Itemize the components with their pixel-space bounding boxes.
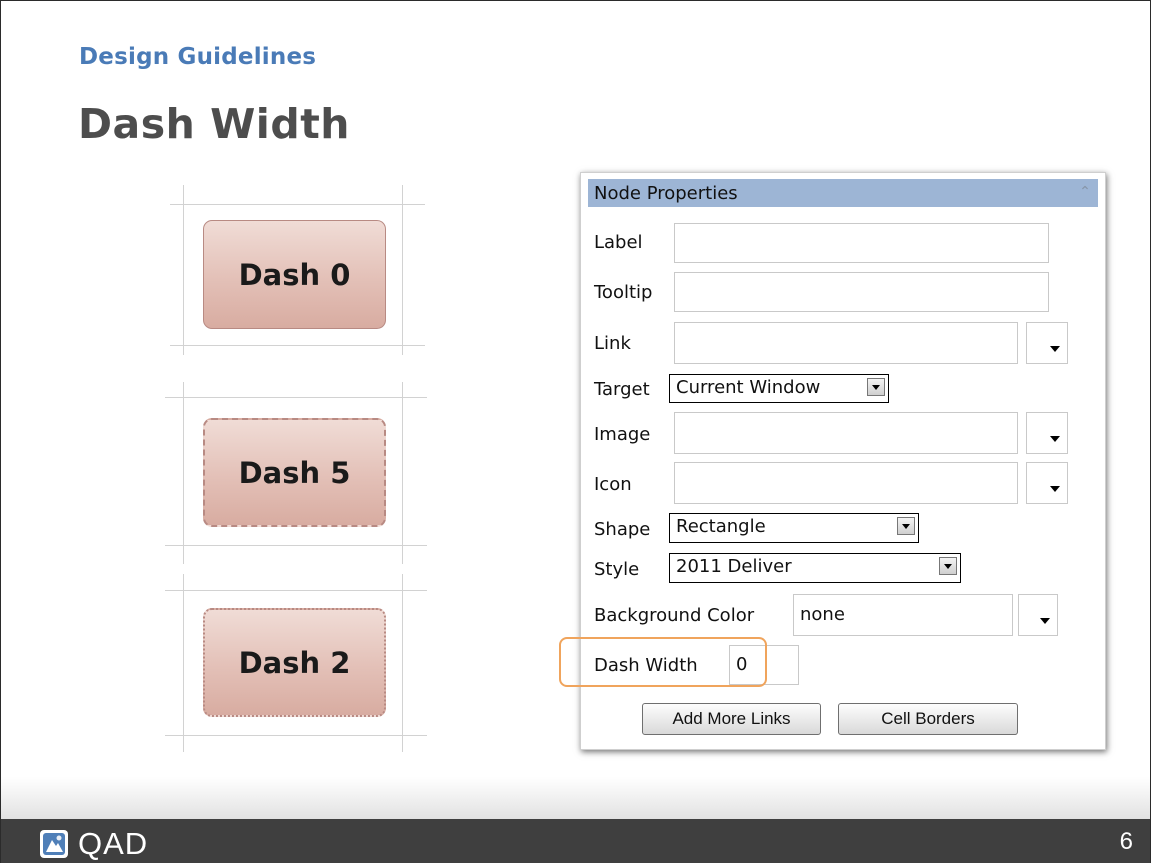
icon-input[interactable] [674,462,1018,504]
background-color-field-label: Background Color [594,605,755,626]
style-select[interactable]: 2011 Deliver [669,553,961,583]
page-number: 6 [1119,828,1133,855]
tooltip-input[interactable] [674,272,1049,312]
grid-line [183,382,184,564]
grid-line [165,545,427,546]
image-field-label: Image [594,424,651,445]
grid-line [402,185,403,355]
label-field-label: Label [594,232,643,253]
panel-header[interactable]: Node Properties ⌃ [588,179,1098,207]
dropdown-arrow-icon[interactable] [897,517,915,535]
dropdown-arrow-icon[interactable] [939,557,957,575]
grid-line [165,590,427,591]
brand-logo: QAD [40,826,148,862]
add-more-links-button[interactable]: Add More Links [642,703,821,735]
background-color-input[interactable]: none [793,594,1013,636]
shape-field-label: Shape [594,519,651,540]
footer-fade [1,777,1150,819]
grid-line [402,382,403,564]
brand-name: QAD [78,826,149,861]
grid-line [165,397,427,398]
page-title: Dash Width [78,100,350,148]
footer-bar [1,819,1150,863]
grid-line [402,574,403,752]
target-field-label: Target [594,379,650,400]
qad-logo-icon [40,830,68,858]
link-input[interactable] [674,322,1018,364]
target-select-value: Current Window [676,377,821,398]
sample-node-dash-0: Dash 0 [203,220,386,329]
cell-borders-button[interactable]: Cell Borders [838,703,1018,735]
grid-line [170,204,425,205]
link-field-label: Link [594,333,631,354]
grid-line [183,185,184,355]
dash-width-highlight [559,637,767,687]
chevron-up-icon[interactable]: ⌃ [1078,185,1092,199]
grid-line [165,735,427,736]
image-dropdown-button[interactable] [1026,412,1068,454]
icon-field-label: Icon [594,474,632,495]
image-input[interactable] [674,412,1018,454]
sample-node-dash-5: Dash 5 [203,418,386,527]
sample-node-dash-2: Dash 2 [203,608,386,717]
style-field-label: Style [594,559,640,580]
link-dropdown-button[interactable] [1026,322,1068,364]
shape-select-value: Rectangle [676,516,766,537]
tooltip-field-label: Tooltip [594,282,653,303]
grid-line [183,574,184,752]
icon-dropdown-button[interactable] [1026,462,1068,504]
shape-select[interactable]: Rectangle [669,513,919,543]
style-select-value: 2011 Deliver [676,556,792,577]
background-color-dropdown-button[interactable] [1018,594,1058,636]
label-input[interactable] [674,223,1049,263]
dropdown-arrow-icon[interactable] [867,378,885,396]
section-label: Design Guidelines [79,44,317,70]
panel-title: Node Properties [594,183,738,204]
grid-line [170,345,425,346]
target-select[interactable]: Current Window [669,374,889,403]
